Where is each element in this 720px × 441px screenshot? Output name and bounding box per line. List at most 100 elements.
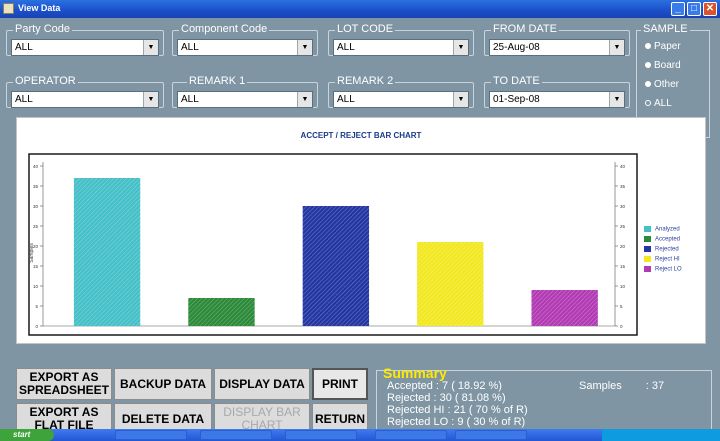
radio-dot-icon <box>645 62 651 69</box>
samples-value: : 37 <box>645 380 665 392</box>
system-tray <box>602 429 720 441</box>
legend-item-reject-lo: Reject LO <box>644 266 682 273</box>
taskbar: start <box>0 429 720 441</box>
to-date-combo[interactable]: 01-Sep-08 ▼ <box>489 91 625 108</box>
chevron-down-icon[interactable]: ▼ <box>453 92 468 107</box>
bar-hatch-overlay <box>73 178 141 326</box>
lot-code-value: ALL <box>337 42 355 53</box>
minimize-button[interactable]: _ <box>671 2 685 16</box>
sample-radio-other[interactable]: Other <box>645 79 679 90</box>
operator-group: OPERATOR ALL ▼ <box>6 75 164 108</box>
export-spreadsheet-button[interactable]: EXPORT AS SPREADSHEET <box>16 368 112 400</box>
party-code-value: ALL <box>15 42 33 53</box>
close-button[interactable]: ✕ <box>703 2 717 16</box>
display-data-button[interactable]: DISPLAY DATA <box>214 368 310 400</box>
radio-label: Other <box>654 79 680 90</box>
samples-label: Samples <box>579 380 622 392</box>
sample-radio-all[interactable]: ALL <box>645 98 672 109</box>
sample-label: SAMPLE <box>641 23 690 35</box>
taskbar-item[interactable] <box>285 430 357 440</box>
app-icon <box>3 3 14 14</box>
to-date-value: 01-Sep-08 <box>493 94 540 105</box>
legend-label: Rejected <box>655 246 679 253</box>
y-tick-label-right: 10 <box>620 284 626 289</box>
party-code-combo[interactable]: ALL ▼ <box>11 39 159 56</box>
legend-swatch <box>644 246 651 252</box>
chart-panel: ACCEPT / REJECT BAR CHART 0 0 5 5 10 10 15 15 20… <box>16 117 706 344</box>
window-title: View Data <box>18 3 61 13</box>
legend-item-analyzed: Analyzed <box>644 226 680 233</box>
summary-heading: Summary <box>383 365 447 381</box>
bar-hatch-overlay <box>188 298 255 326</box>
chevron-down-icon[interactable]: ▼ <box>609 40 624 55</box>
remark2-group: REMARK 2 ALL ▼ <box>328 75 474 108</box>
radio-label: Board <box>654 60 681 71</box>
y-tick-label-left: 15 <box>33 264 39 269</box>
legend-label: Accepted <box>655 236 681 243</box>
party-code-group: Party Code ALL ▼ <box>6 23 164 56</box>
radio-label: Paper <box>654 41 681 52</box>
chevron-down-icon[interactable]: ▼ <box>297 40 312 55</box>
legend-label: Reject HI <box>655 256 680 263</box>
summary-rejected-lo: Rejected LO : 9 ( 30 % of R) <box>387 416 526 428</box>
y-axis-label: Samples <box>29 243 35 263</box>
legend-label: Analyzed <box>655 226 680 233</box>
y-tick-label-left: 25 <box>33 224 39 229</box>
title-bar: View Data _ □ ✕ <box>0 0 720 18</box>
chevron-down-icon[interactable]: ▼ <box>453 40 468 55</box>
y-tick-label-right: 35 <box>620 184 626 189</box>
to-date-group: TO DATE 01-Sep-08 ▼ <box>484 75 630 108</box>
chevron-down-icon[interactable]: ▼ <box>143 40 158 55</box>
legend-label: Reject LO <box>655 266 682 273</box>
radio-dot-icon <box>645 43 651 50</box>
component-code-group: Component Code ALL ▼ <box>172 23 318 56</box>
operator-combo[interactable]: ALL ▼ <box>11 91 159 108</box>
taskbar-item[interactable] <box>375 430 447 440</box>
sample-radio-paper[interactable]: Paper <box>645 41 681 52</box>
taskbar-item[interactable] <box>115 430 187 440</box>
bar-hatch-overlay <box>417 242 484 326</box>
summary-samples: Samples : 37 <box>579 380 664 392</box>
to-date-label: TO DATE <box>491 75 542 87</box>
maximize-button[interactable]: □ <box>687 2 701 16</box>
radio-label: ALL <box>654 98 672 109</box>
legend-swatch <box>644 226 651 232</box>
legend-item-reject-hi: Reject HI <box>644 256 680 263</box>
radio-dot-icon <box>645 81 651 88</box>
component-code-combo[interactable]: ALL ▼ <box>177 39 313 56</box>
sample-radio-board[interactable]: Board <box>645 60 681 71</box>
remark2-label: REMARK 2 <box>335 75 396 87</box>
chevron-down-icon[interactable]: ▼ <box>297 92 312 107</box>
view-data-form: Party Code ALL ▼ Component Code ALL ▼ LO… <box>0 18 720 435</box>
remark1-combo[interactable]: ALL ▼ <box>177 91 313 108</box>
backup-data-button[interactable]: BACKUP DATA <box>114 368 212 400</box>
remark1-group: REMARK 1 ALL ▼ <box>172 75 318 108</box>
summary-panel: Summary Accepted : 7 ( 18.92 %) Rejected… <box>376 365 712 433</box>
party-code-label: Party Code <box>13 23 73 35</box>
legend-swatch <box>644 256 651 262</box>
y-tick-label-right: 40 <box>620 164 626 169</box>
summary-rejected-hi: Rejected HI : 21 ( 70 % of R) <box>387 404 528 416</box>
chart-legend: Analyzed Accepted Rejected Reject HI Reject … <box>644 226 704 286</box>
print-button[interactable]: PRINT <box>312 368 368 400</box>
chevron-down-icon[interactable]: ▼ <box>609 92 624 107</box>
start-button[interactable]: start <box>0 429 54 441</box>
y-tick-label-right: 15 <box>620 264 626 269</box>
component-code-value: ALL <box>181 42 199 53</box>
radio-selected-icon <box>645 100 651 107</box>
taskbar-item[interactable] <box>200 430 272 440</box>
legend-swatch <box>644 266 651 272</box>
y-tick-label-left: 40 <box>33 164 39 169</box>
lot-code-group: LOT CODE ALL ▼ <box>328 23 474 56</box>
y-tick-label-left: 35 <box>33 184 39 189</box>
lot-code-combo[interactable]: ALL ▼ <box>333 39 469 56</box>
y-tick-label-left: 10 <box>33 284 39 289</box>
summary-accepted: Accepted : 7 ( 18.92 %) <box>387 380 502 392</box>
chevron-down-icon[interactable]: ▼ <box>143 92 158 107</box>
legend-swatch <box>644 236 651 242</box>
remark1-value: ALL <box>181 94 199 105</box>
from-date-combo[interactable]: 25-Aug-08 ▼ <box>489 39 625 56</box>
taskbar-item[interactable] <box>455 430 527 440</box>
lot-code-label: LOT CODE <box>335 23 396 35</box>
remark2-combo[interactable]: ALL ▼ <box>333 91 469 108</box>
